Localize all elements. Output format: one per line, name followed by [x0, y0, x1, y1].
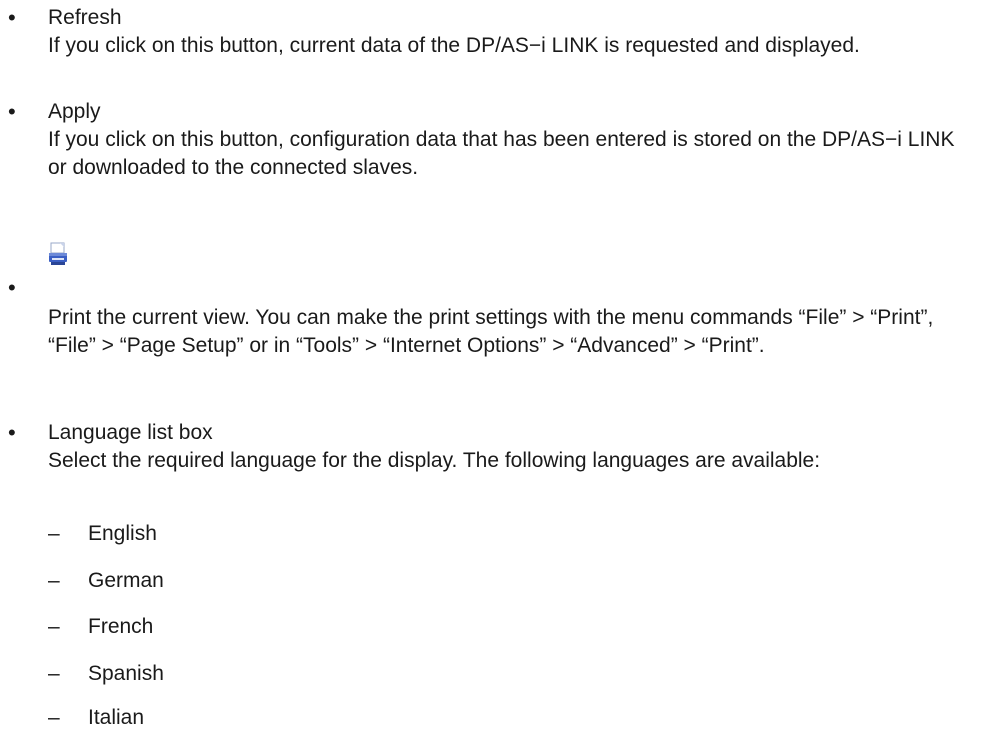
bullet: • — [8, 99, 16, 124]
item-title: Refresh — [48, 6, 122, 29]
language-label: Spanish — [88, 662, 164, 685]
language-label: French — [88, 615, 154, 638]
dash: – — [48, 569, 60, 592]
refresh-block: Refresh If you click on this button, cur… — [48, 4, 978, 60]
dash: – — [48, 615, 60, 638]
language-label: German — [88, 569, 164, 592]
dash: – — [48, 706, 60, 729]
bullet: • — [8, 420, 16, 445]
item-description: If you click on this button, configurati… — [48, 128, 955, 179]
language-block: Language list box Select the required la… — [48, 419, 978, 475]
dash: – — [48, 522, 60, 545]
item-description: Print the current view. You can make the… — [48, 306, 934, 357]
apply-block: Apply If you click on this button, confi… — [48, 98, 978, 182]
language-label: English — [88, 522, 157, 545]
item-title: Apply — [48, 100, 101, 123]
print-block: Print the current view. You can make the… — [48, 304, 978, 360]
dash: – — [48, 662, 60, 685]
bullet: • — [8, 5, 16, 30]
item-description: If you click on this button, current dat… — [48, 34, 860, 57]
language-label: Italian — [88, 706, 145, 729]
print-icon — [49, 242, 67, 265]
bullet: • — [8, 275, 16, 300]
item-title: Language list box — [48, 421, 213, 444]
item-description: Select the required language for the dis… — [48, 449, 821, 472]
